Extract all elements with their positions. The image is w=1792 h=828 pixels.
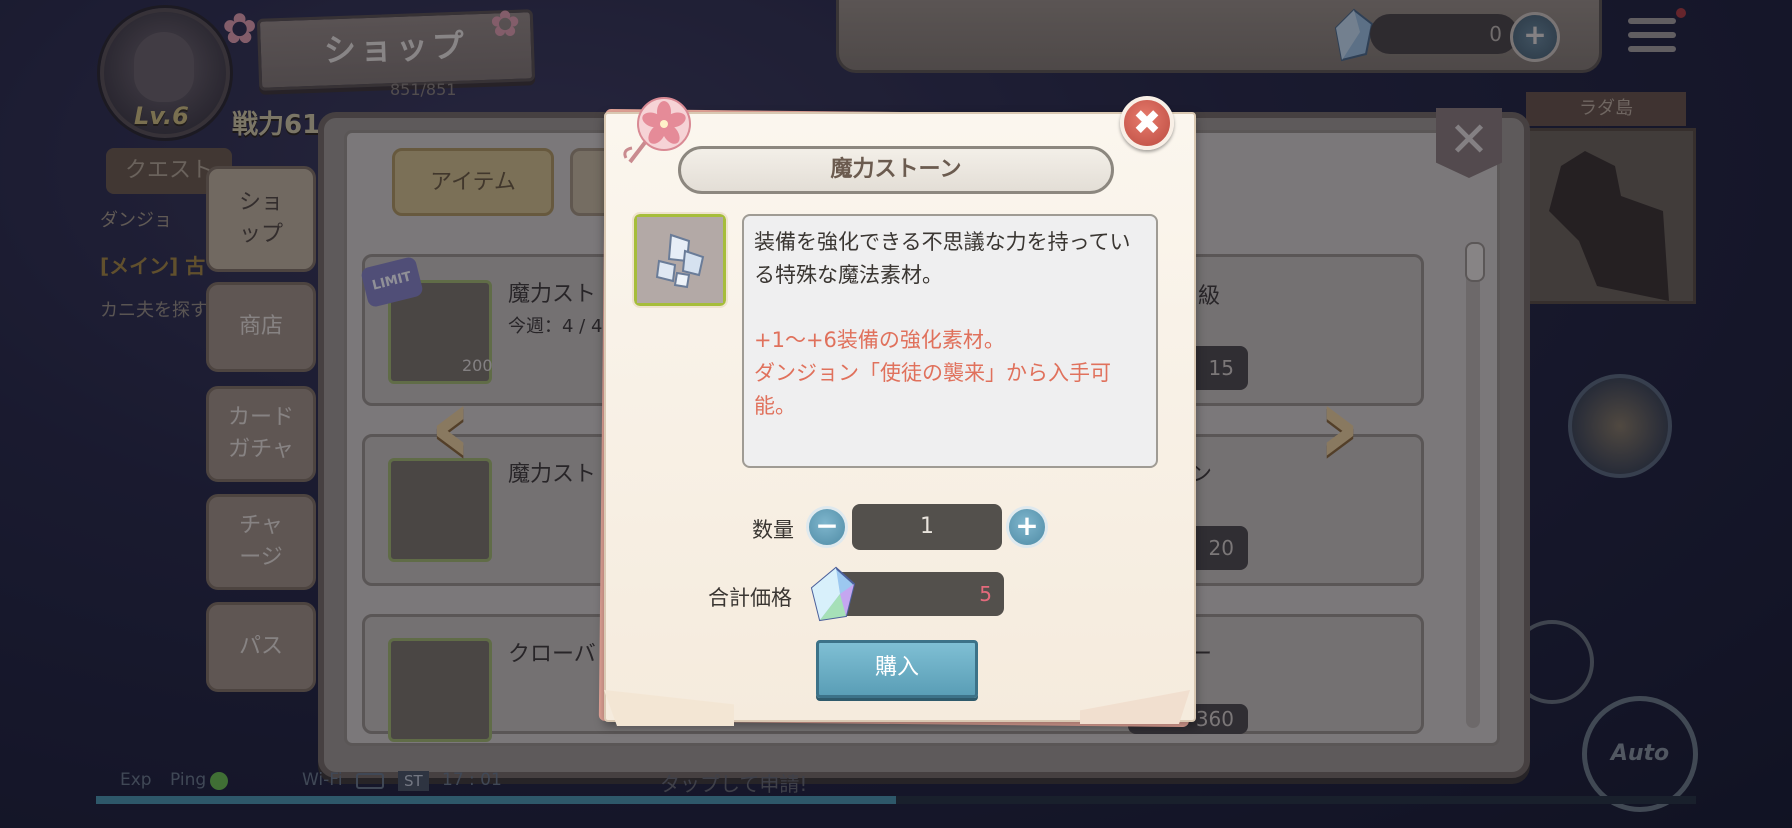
magic-stone-icon xyxy=(637,217,723,303)
modal-title: 魔力ストーン xyxy=(678,146,1114,194)
total-price-label: 合計価格 xyxy=(708,586,792,610)
gem-icon xyxy=(810,566,856,622)
plus-icon[interactable]: + xyxy=(1006,506,1048,548)
item-note-enhance: +1～+6装備の強化素材。 xyxy=(754,328,1005,352)
item-description-box: 装備を強化できる不思議な力を持っている特殊な魔法素材。 +1～+6装備の強化素材… xyxy=(742,214,1158,468)
item-note-source: ダンジョン「使徒の襲来」から入手可能。 xyxy=(754,361,1111,418)
close-icon[interactable]: ✖ xyxy=(1120,96,1174,150)
item-description: 装備を強化できる不思議な力を持っている特殊な魔法素材。 xyxy=(754,230,1131,287)
buy-button[interactable]: 購入 xyxy=(816,640,978,698)
minus-icon[interactable]: − xyxy=(806,506,848,548)
item-thumbnail xyxy=(632,212,728,308)
quantity-label: 数量 xyxy=(752,518,794,542)
quantity-field[interactable]: 1 xyxy=(852,504,1002,550)
total-price-value: 5 xyxy=(834,572,1004,616)
